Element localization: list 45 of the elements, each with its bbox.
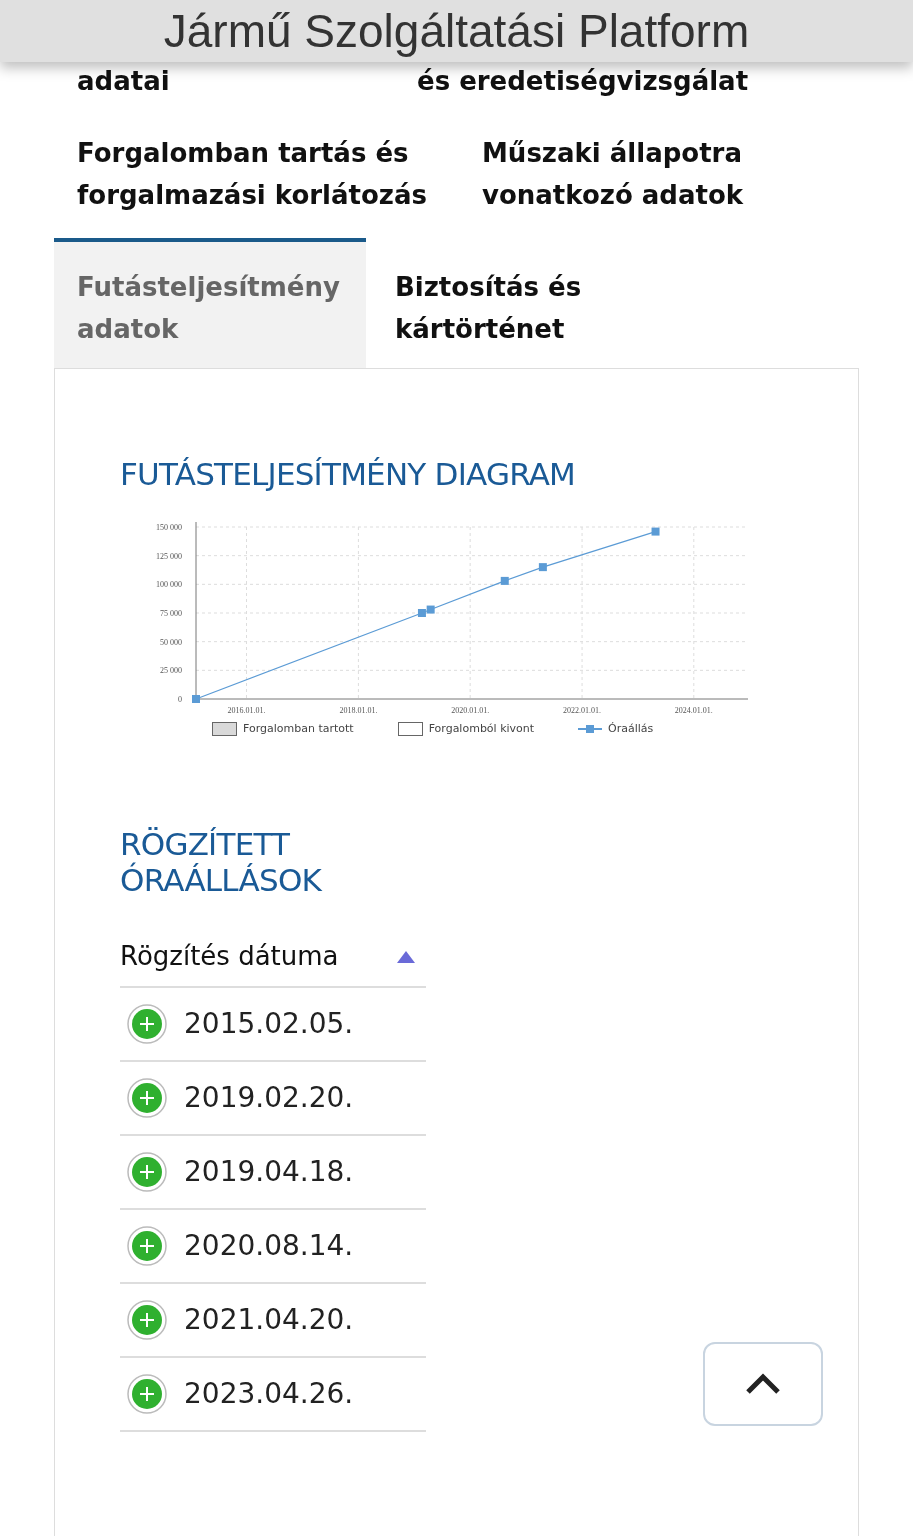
- tab[interactable]: és eredetiségvizsgálat: [417, 60, 837, 102]
- data-point: [538, 563, 547, 572]
- y-tick-label: 150 000: [156, 523, 182, 532]
- legend-label: Forgalomban tartott: [243, 721, 354, 737]
- table-cell-text: 2020.08.14.: [184, 1227, 354, 1264]
- x-tick-label: 2020.01.01.: [451, 706, 490, 715]
- legend-label: Óraállás: [608, 721, 654, 737]
- expand-icon[interactable]: [126, 1150, 168, 1193]
- x-tick-label: 2018.01.01.: [339, 706, 378, 715]
- section-title: FUTÁSTELJESÍTMÉNY DIAGRAM: [120, 455, 577, 494]
- column-header[interactable]: Rögzítés dátuma: [120, 937, 339, 976]
- table-cell-text: 2021.04.20.: [184, 1301, 354, 1338]
- expand-icon[interactable]: [126, 1298, 168, 1341]
- expand-icon[interactable]: [126, 1076, 168, 1119]
- expand-icon[interactable]: [126, 1224, 168, 1267]
- y-tick-label: 50 000: [160, 637, 182, 647]
- table-cell-text: 2019.02.20.: [184, 1079, 354, 1116]
- y-tick-label: 75 000: [160, 609, 182, 618]
- table-cell-text: 2019.04.18.: [184, 1153, 354, 1190]
- x-tick-label: 2016.01.01.: [227, 706, 266, 715]
- tab[interactable]: Futásteljesítmény adatok: [54, 238, 366, 368]
- data-point: [426, 605, 435, 614]
- section-title: RÖGZÍTETT ÓRAÁLLÁSOK: [120, 825, 323, 898]
- data-point: [651, 527, 660, 536]
- x-tick-label: 2024.01.01.: [674, 706, 713, 715]
- y-tick-label: 100 000: [156, 580, 182, 590]
- tab[interactable]: Műszaki állapotra vonatkozó adatok: [482, 132, 862, 216]
- table-cell-text: 2015.02.05.: [184, 1005, 354, 1042]
- expand-icon[interactable]: [126, 1372, 168, 1415]
- back-to-top-button[interactable]: [703, 1342, 823, 1426]
- table-cell-text: 2023.04.26.: [184, 1375, 354, 1412]
- sort-ascending-icon[interactable]: [396, 949, 416, 964]
- y-tick-label: 125 000: [156, 551, 182, 561]
- chevron-up-icon: [745, 1373, 781, 1395]
- data-point: [192, 695, 200, 703]
- legend-line-icon: [578, 724, 603, 735]
- tab[interactable]: Biztosítás és kártörténet: [366, 238, 666, 368]
- data-point: [500, 576, 509, 585]
- legend-label: Forgalomból kivont: [428, 721, 535, 737]
- tab[interactable]: Forgalomban tartás és forgalmazási korlátozás: [77, 132, 482, 216]
- x-tick-label: 2022.01.01.: [563, 706, 602, 715]
- y-tick-label: 25 000: [160, 666, 182, 676]
- expand-icon[interactable]: [126, 1002, 168, 1045]
- y-tick-label: 0: [178, 695, 182, 704]
- tab[interactable]: adatai: [77, 60, 417, 102]
